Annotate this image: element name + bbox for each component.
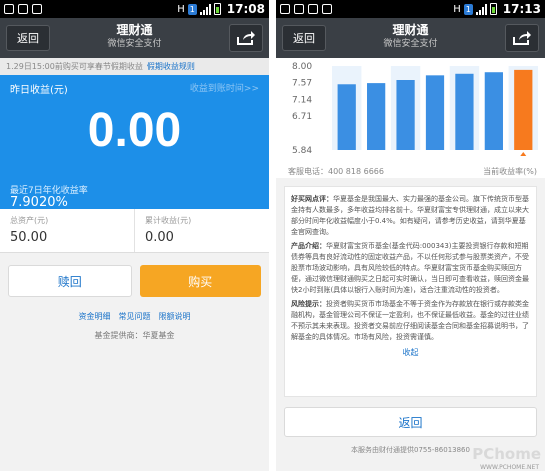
- page-subtitle: 微信安全支付: [383, 39, 438, 49]
- clock: 17:13: [502, 2, 541, 16]
- fund-details-link[interactable]: 资金明细: [79, 311, 111, 322]
- info-product-label: 产品介绍：: [291, 242, 326, 250]
- picture-icon: [18, 4, 28, 14]
- watermark-logo: PChome: [472, 445, 541, 463]
- sim-icon: 1: [187, 3, 197, 15]
- redeem-button[interactable]: 赎回: [8, 265, 132, 297]
- current-marker: [520, 152, 527, 156]
- assets-row: 总资产(元) 50.00 累计收益(元) 0.00: [0, 209, 269, 253]
- earnings-arrival-link[interactable]: 收益到账时间>>: [190, 81, 259, 94]
- holiday-notice: 1.29日15:00前购买可享春节假期收益 假期收益规则: [0, 58, 269, 75]
- yield-bar: [367, 83, 386, 150]
- y-tick-label: 7.14: [292, 95, 312, 105]
- info-risk: 风险提示：投资者购买货币市场基金不等于资金作为存款放在银行或存款类金融机构，基金…: [291, 299, 530, 343]
- return-button[interactable]: 返回: [284, 407, 537, 437]
- nav-title: 理财通 微信安全支付: [60, 22, 209, 50]
- chart-footer: 客服电话：400 818 6666 当前收益率(%): [288, 166, 537, 177]
- yield-bar: [484, 72, 503, 150]
- yield-bar: [425, 75, 445, 150]
- current-yield-bar: [514, 69, 533, 150]
- nav-bar: 返回 理财通 微信安全支付: [0, 18, 269, 58]
- fund-provider: 基金提供商：华夏基金: [94, 331, 175, 340]
- total-assets-value: 50.00: [10, 230, 48, 245]
- nav-title: 理财通 微信安全支付: [336, 22, 485, 50]
- signal-icon: [199, 3, 211, 15]
- info-review-label: 好买网点评：: [291, 195, 333, 203]
- notice-text: 1.29日15:00前购买可享春节假期收益: [6, 62, 143, 71]
- nav-bar: 返回 理财通 微信安全支付: [276, 18, 545, 58]
- back-button[interactable]: 返回: [282, 25, 326, 51]
- total-assets: 总资产(元) 50.00: [0, 209, 134, 252]
- y-tick-label: 7.57: [292, 79, 312, 89]
- usb-icon: [280, 4, 290, 14]
- shield-icon: [322, 4, 332, 14]
- right-screen: H 1 17:13 返回 理财通 微信安全支付 8.00 7.57 7.14 6.71…: [276, 0, 545, 471]
- cumulative-earnings-value: 0.00: [145, 230, 174, 245]
- yesterday-earnings-value: 0.00: [87, 104, 182, 157]
- y-tick-label: 8.00: [292, 62, 312, 72]
- status-bar: H 1 17:08: [0, 0, 269, 18]
- yield-chart: 8.00 7.57 7.14 6.71 5.84: [292, 62, 538, 156]
- cumulative-earnings-label: 累计收益(元): [145, 216, 192, 225]
- yield-bar: [396, 80, 415, 150]
- y-tick-label: 6.71: [292, 112, 312, 122]
- yield-chart-card: 8.00 7.57 7.14 6.71 5.84 客服电话：400 818 6666 当…: [276, 58, 545, 178]
- page-subtitle: 微信安全支付: [107, 39, 162, 49]
- faq-link[interactable]: 常见问题: [119, 311, 151, 322]
- current-rate-label: 当前收益率(%): [483, 167, 537, 176]
- clock: 17:08: [226, 2, 265, 16]
- share-icon: [237, 31, 255, 45]
- info-product-text: 华夏财富宝货币基金(基金代码:000343)主要投资银行存款和短期债券等具有良好…: [291, 242, 529, 294]
- shield-icon: [32, 4, 42, 14]
- y-tick-label: 5.84: [292, 146, 312, 156]
- sim-icon: 1: [463, 3, 473, 15]
- service-phone[interactable]: 客服电话：400 818 6666: [288, 166, 384, 177]
- total-assets-label: 总资产(元): [10, 216, 49, 225]
- status-bar: H 1 17:13: [276, 0, 545, 18]
- collapse-link[interactable]: 收起: [291, 347, 530, 358]
- watermark-url: WWW.PCHOME.NET: [480, 464, 539, 471]
- limit-info-link[interactable]: 限额说明: [159, 311, 191, 322]
- left-screen: H 1 17:08 返回 理财通 微信安全支付 1.29日15:00前购买可享春…: [0, 0, 269, 471]
- page-title: 理财通: [116, 23, 153, 37]
- annual-rate-value: 7.9020%: [10, 195, 68, 210]
- info-risk-text: 投资者购买货币市场基金不等于资金作为存款放在银行或存款类金融机构，基金管理公司不…: [291, 300, 529, 341]
- battery-icon: [213, 3, 221, 15]
- yield-bar: [455, 73, 474, 150]
- mail-icon: [294, 4, 304, 14]
- help-links: 资金明细 常见问题 限额说明: [0, 311, 269, 322]
- info-review: 好买网点评：华夏基金是我国最大、实力最强的基金公司。旗下传统货币型基金持有人数最…: [291, 194, 530, 238]
- info-product: 产品介绍：华夏财富宝货币基金(基金代码:000343)主要投资银行存款和短期债券…: [291, 241, 530, 296]
- info-risk-label: 风险提示：: [291, 300, 326, 308]
- network-type: H: [177, 3, 185, 15]
- yesterday-earnings-label: 昨日收益(元): [10, 85, 68, 96]
- cumulative-earnings: 累计收益(元) 0.00: [134, 209, 269, 252]
- share-button[interactable]: [505, 24, 539, 52]
- earnings-panel: 昨日收益(元) 收益到账时间>> 0.00 最近7日年化收益率 7.9020%: [0, 75, 269, 210]
- holiday-rules-link[interactable]: 假期收益规则: [147, 61, 195, 72]
- action-buttons: 赎回 购买: [0, 253, 269, 297]
- network-type: H: [453, 3, 461, 15]
- share-icon: [513, 31, 531, 45]
- yield-bar: [337, 84, 356, 150]
- back-button[interactable]: 返回: [6, 25, 50, 51]
- page-title: 理财通: [392, 23, 429, 37]
- share-button[interactable]: [229, 24, 263, 52]
- mail-icon: [4, 4, 14, 14]
- signal-icon: [475, 3, 487, 15]
- buy-button[interactable]: 购买: [139, 265, 261, 297]
- picture-icon: [308, 4, 318, 14]
- battery-icon: [489, 3, 497, 15]
- fund-info-box: 好买网点评：华夏基金是我国最大、实力最强的基金公司。旗下传统货币型基金持有人数最…: [284, 186, 537, 397]
